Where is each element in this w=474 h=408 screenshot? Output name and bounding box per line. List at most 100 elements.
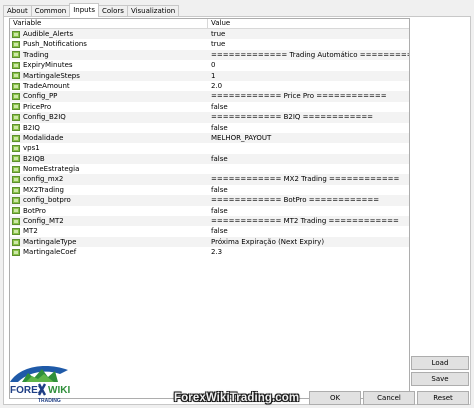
parameter-icon (12, 144, 20, 152)
grid-header: Variable Value (10, 19, 409, 29)
parameter-icon (12, 93, 20, 101)
value-cell[interactable]: ============ B2IQ ============ (208, 112, 409, 122)
table-row[interactable]: Trading ============= Trading Automático … (10, 49, 409, 61)
value-cell[interactable]: ============ Price Pro ============ (208, 91, 409, 101)
variable-cell: Modalidade (10, 133, 208, 143)
table-row[interactable]: Push_Notifications true (10, 39, 409, 49)
parameter-icon (12, 165, 20, 173)
watermark-text: ForexWikiTrading.com (174, 392, 300, 404)
reset-button[interactable]: Reset (417, 391, 469, 405)
variable-name: B2IQ (23, 123, 40, 132)
variable-name: TradeAmount (23, 81, 70, 90)
parameter-icon (12, 41, 20, 49)
variable-cell: config_botpro (10, 195, 208, 205)
tab-bar: About Common Inputs Colors Visualization (3, 3, 180, 17)
variable-name: B2IQB (23, 154, 45, 163)
parameter-icon (12, 155, 20, 163)
variable-name: Push_Notifications (23, 40, 87, 49)
table-row[interactable]: vps1 (10, 143, 409, 153)
value-cell[interactable]: ============= Trading Automático =======… (208, 50, 409, 60)
variable-cell: MX2Trading (10, 185, 208, 195)
variable-name: MX2Trading (23, 185, 64, 194)
parameter-icon (12, 134, 20, 142)
parameter-icon (12, 113, 20, 121)
variable-cell: MT2 (10, 226, 208, 236)
value-cell[interactable]: false (208, 154, 409, 164)
table-row[interactable]: Modalidade MELHOR_PAYOUT (10, 132, 409, 144)
table-row[interactable]: MartingaleType Próxima Expiração (Next Ex… (10, 236, 409, 248)
parameter-icon (12, 103, 20, 111)
save-button[interactable]: Save (411, 372, 469, 386)
tab-inputs[interactable]: Inputs (69, 3, 100, 17)
table-row[interactable]: B2IQ false (10, 123, 409, 133)
parameter-icon (12, 186, 20, 194)
parameter-icon (12, 217, 20, 225)
variable-name: Config_MT2 (23, 217, 64, 226)
parameter-icon (12, 82, 20, 90)
table-row[interactable]: PricePro false (10, 102, 409, 112)
variable-name: config_botpro (23, 196, 71, 205)
value-cell[interactable]: 1 (208, 71, 409, 81)
value-cell[interactable]: ============ MX2 Trading ============ (208, 174, 409, 184)
value-cell[interactable]: true (208, 39, 409, 49)
variable-cell: B2IQB (10, 154, 208, 164)
table-row[interactable]: Config_PP ============ Price Pro ========… (10, 91, 409, 102)
value-cell[interactable]: ============ BotPro ============ (208, 195, 409, 205)
variable-cell: Trading (10, 50, 208, 60)
value-cell[interactable]: false (208, 123, 409, 133)
header-variable[interactable]: Variable (10, 19, 208, 28)
table-row[interactable]: MX2Trading false (10, 185, 409, 195)
variable-cell: Push_Notifications (10, 39, 208, 49)
variable-cell: BotPro (10, 206, 208, 216)
variable-cell: PricePro (10, 102, 208, 112)
variable-name: BotPro (23, 206, 46, 215)
value-cell[interactable]: ============ MT2 Trading ============ (208, 216, 409, 226)
ok-button[interactable]: OK (309, 391, 361, 405)
table-row[interactable]: Audible_Alerts true (10, 29, 409, 40)
parameter-icon (12, 124, 20, 132)
header-value[interactable]: Value (208, 19, 409, 28)
variable-cell: MartingaleType (10, 237, 208, 247)
parameter-icon (12, 196, 20, 204)
inputs-panel: Variable Value Audible_Alerts true Push_No… (3, 16, 471, 405)
variable-name: Trading (23, 50, 49, 59)
value-cell[interactable]: false (208, 206, 409, 216)
table-row[interactable]: Config_B2IQ ============ B2IQ ===========… (10, 112, 409, 123)
value-cell[interactable] (208, 143, 409, 153)
value-cell[interactable]: 2.3 (208, 247, 409, 257)
table-row[interactable]: NomeEstrategia (10, 164, 409, 174)
table-row[interactable]: TradeAmount 2.0 (10, 81, 409, 91)
table-row[interactable]: MartingaleSteps 1 (10, 70, 409, 81)
variable-name: Audible_Alerts (23, 30, 74, 38)
variable-name: PricePro (23, 102, 52, 111)
parameter-icon (12, 228, 20, 236)
table-row[interactable]: config_botpro ============ BotPro =======… (10, 195, 409, 206)
table-row[interactable]: config_mx2 ============ MX2 Trading =====… (10, 174, 409, 185)
variable-name: Modalidade (23, 133, 64, 142)
table-row[interactable]: ExpiryMinutes 0 (10, 60, 409, 70)
value-cell[interactable]: false (208, 226, 409, 236)
table-row[interactable]: B2IQB false (10, 153, 409, 165)
variable-cell: MartingaleSteps (10, 71, 208, 81)
value-cell[interactable]: Próxima Expiração (Next Expiry) (208, 237, 409, 247)
value-cell[interactable]: 2.0 (208, 81, 409, 91)
variable-name: Config_PP (23, 92, 58, 101)
cancel-button[interactable]: Cancel (363, 391, 415, 405)
parameter-icon (12, 61, 20, 69)
table-row[interactable]: MartingaleCoef 2.3 (10, 247, 409, 257)
variable-cell: config_mx2 (10, 174, 208, 184)
value-cell[interactable]: MELHOR_PAYOUT (208, 133, 409, 143)
parameter-icon (12, 207, 20, 215)
table-row[interactable]: MT2 false (10, 226, 409, 236)
value-cell[interactable]: true (208, 29, 409, 39)
parameter-icon (12, 30, 20, 38)
variable-name: MartingaleType (23, 237, 77, 246)
value-cell[interactable] (208, 164, 409, 174)
variable-name: MartingaleSteps (23, 71, 80, 80)
table-row[interactable]: BotPro false (10, 206, 409, 216)
value-cell[interactable]: false (208, 185, 409, 195)
load-button[interactable]: Load (411, 356, 469, 370)
value-cell[interactable]: false (208, 102, 409, 112)
table-row[interactable]: Config_MT2 ============ MT2 Trading =====… (10, 216, 409, 227)
value-cell[interactable]: 0 (208, 60, 409, 70)
